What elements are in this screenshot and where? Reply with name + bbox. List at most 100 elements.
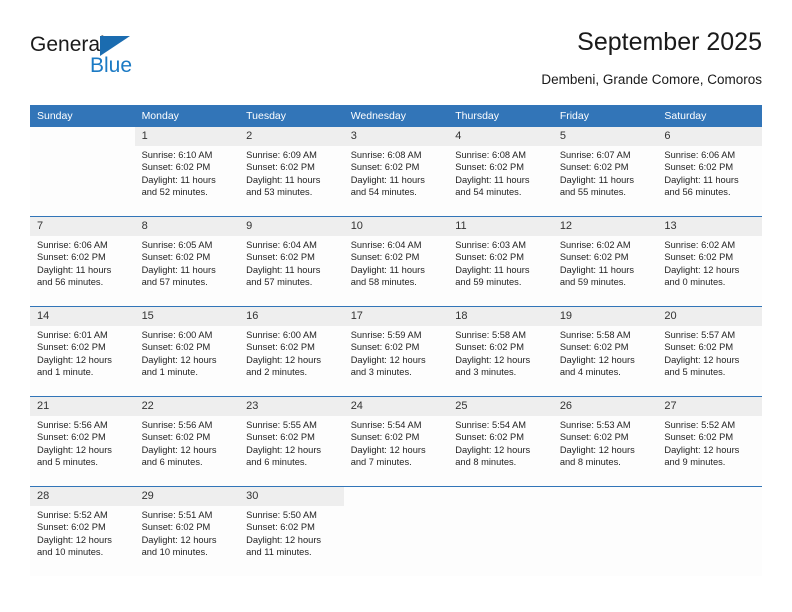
day-cell[interactable]: 30 Sunrise: 5:50 AM Sunset: 6:02 PM Dayl…	[239, 486, 344, 577]
day-cell[interactable]: 16 Sunrise: 6:00 AM Sunset: 6:02 PM Dayl…	[239, 306, 344, 397]
day-cell[interactable]: 1 Sunrise: 6:10 AM Sunset: 6:02 PM Dayli…	[134, 126, 240, 217]
day-cell[interactable]: 13 Sunrise: 6:02 AM Sunset: 6:02 PM Dayl…	[657, 216, 762, 307]
day-cell[interactable]: 21 Sunrise: 5:56 AM Sunset: 6:02 PM Dayl…	[30, 396, 135, 487]
daylight-text: Daylight: 12 hours and 4 minutes.	[559, 354, 635, 378]
day-cell[interactable]: 12 Sunrise: 6:02 AM Sunset: 6:02 PM Dayl…	[552, 216, 658, 307]
sunrise-text: Sunrise: 6:09 AM	[246, 150, 317, 160]
day-cell[interactable]: 6 Sunrise: 6:06 AM Sunset: 6:02 PM Dayli…	[657, 126, 762, 217]
day-cell[interactable]: 3 Sunrise: 6:08 AM Sunset: 6:02 PM Dayli…	[343, 126, 449, 217]
sunrise-text: Sunrise: 5:52 AM	[664, 420, 736, 430]
day-number: 13	[657, 217, 762, 236]
sunrise-text: Sunrise: 5:54 AM	[350, 420, 422, 430]
day-cell[interactable]: 14 Sunrise: 6:01 AM Sunset: 6:02 PM Dayl…	[30, 306, 135, 397]
day-number	[448, 487, 553, 506]
daylight-text: Daylight: 12 hours and 7 minutes.	[350, 444, 426, 468]
day-cell[interactable]: 18 Sunrise: 5:58 AM Sunset: 6:02 PM Dayl…	[448, 306, 553, 397]
day-number: 14	[30, 307, 135, 326]
day-info: Sunrise: 6:04 AM Sunset: 6:02 PM Dayligh…	[239, 236, 344, 289]
sunrise-text: Sunrise: 6:01 AM	[37, 330, 108, 340]
day-cell[interactable]: 25 Sunrise: 5:54 AM Sunset: 6:02 PM Dayl…	[448, 396, 553, 487]
calendar-week-row: 14 Sunrise: 6:01 AM Sunset: 6:02 PM Dayl…	[30, 306, 762, 397]
sunset-text: Sunset: 6:02 PM	[559, 162, 629, 173]
day-info: Sunrise: 6:01 AM Sunset: 6:02 PM Dayligh…	[30, 326, 135, 379]
day-cell[interactable]: 8 Sunrise: 6:05 AM Sunset: 6:02 PM Dayli…	[134, 216, 240, 307]
day-info	[344, 506, 449, 509]
day-info: Sunrise: 5:57 AM Sunset: 6:02 PM Dayligh…	[657, 326, 762, 379]
sunset-text: Sunset: 6:02 PM	[37, 522, 106, 533]
sunrise-text: Sunrise: 6:06 AM	[37, 240, 108, 250]
daylight-text: Daylight: 11 hours and 54 minutes.	[455, 174, 530, 198]
day-info	[553, 506, 658, 509]
day-cell[interactable]	[657, 486, 762, 577]
weekday-header-saturday: Saturday	[657, 105, 762, 127]
sunrise-text: Sunrise: 5:54 AM	[455, 420, 527, 430]
day-cell[interactable]: 26 Sunrise: 5:53 AM Sunset: 6:02 PM Dayl…	[552, 396, 658, 487]
day-cell[interactable]: 23 Sunrise: 5:55 AM Sunset: 6:02 PM Dayl…	[239, 396, 344, 487]
day-cell[interactable]: 22 Sunrise: 5:56 AM Sunset: 6:02 PM Dayl…	[134, 396, 240, 487]
day-cell[interactable]: 9 Sunrise: 6:04 AM Sunset: 6:02 PM Dayli…	[239, 216, 344, 307]
day-cell[interactable]: 28 Sunrise: 5:52 AM Sunset: 6:02 PM Dayl…	[30, 486, 135, 577]
day-number: 24	[343, 397, 449, 416]
day-cell[interactable]: 24 Sunrise: 5:54 AM Sunset: 6:02 PM Dayl…	[343, 396, 449, 487]
day-cell[interactable]: 10 Sunrise: 6:04 AM Sunset: 6:02 PM Dayl…	[343, 216, 449, 307]
day-cell[interactable]	[448, 486, 553, 577]
day-info	[657, 506, 762, 509]
day-info: Sunrise: 6:08 AM Sunset: 6:02 PM Dayligh…	[448, 146, 553, 199]
day-info: Sunrise: 5:59 AM Sunset: 6:02 PM Dayligh…	[344, 326, 449, 379]
day-number: 22	[134, 397, 240, 416]
day-cell[interactable]	[552, 486, 658, 577]
sunset-text: Sunset: 6:02 PM	[141, 342, 211, 353]
day-info: Sunrise: 5:58 AM Sunset: 6:02 PM Dayligh…	[553, 326, 658, 379]
sunrise-text: Sunrise: 5:58 AM	[559, 330, 631, 340]
sunset-text: Sunset: 6:02 PM	[455, 162, 524, 173]
day-cell[interactable]: 17 Sunrise: 5:59 AM Sunset: 6:02 PM Dayl…	[343, 306, 449, 397]
daylight-text: Daylight: 12 hours and 0 minutes.	[664, 264, 740, 288]
day-cell[interactable]: 19 Sunrise: 5:58 AM Sunset: 6:02 PM Dayl…	[552, 306, 658, 397]
daylight-text: Daylight: 11 hours and 53 minutes.	[246, 174, 321, 198]
sunset-text: Sunset: 6:02 PM	[559, 342, 629, 353]
day-info: Sunrise: 6:04 AM Sunset: 6:02 PM Dayligh…	[344, 236, 449, 289]
day-info: Sunrise: 5:56 AM Sunset: 6:02 PM Dayligh…	[135, 416, 240, 469]
page-subtitle: Dembeni, Grande Comore, Comoros	[541, 72, 762, 87]
day-cell[interactable]: 27 Sunrise: 5:52 AM Sunset: 6:02 PM Dayl…	[657, 396, 762, 487]
daylight-text: Daylight: 12 hours and 1 minute.	[141, 354, 217, 378]
sunrise-text: Sunrise: 6:04 AM	[246, 240, 317, 250]
day-cell[interactable]: 7 Sunrise: 6:06 AM Sunset: 6:02 PM Dayli…	[30, 216, 135, 307]
sunrise-text: Sunrise: 5:55 AM	[246, 420, 317, 430]
page-title: September 2025	[577, 28, 762, 56]
day-cell[interactable]: 11 Sunrise: 6:03 AM Sunset: 6:02 PM Dayl…	[448, 216, 553, 307]
day-number: 26	[552, 397, 658, 416]
calendar-week-row: 21 Sunrise: 5:56 AM Sunset: 6:02 PM Dayl…	[30, 396, 762, 487]
sunrise-text: Sunrise: 5:53 AM	[559, 420, 631, 430]
sunset-text: Sunset: 6:02 PM	[559, 432, 629, 443]
day-cell[interactable]: 2 Sunrise: 6:09 AM Sunset: 6:02 PM Dayli…	[239, 126, 344, 217]
daylight-text: Daylight: 12 hours and 10 minutes.	[141, 534, 217, 558]
day-number: 8	[134, 217, 240, 236]
day-info: Sunrise: 6:00 AM Sunset: 6:02 PM Dayligh…	[135, 326, 240, 379]
sunrise-text: Sunrise: 5:52 AM	[37, 510, 108, 520]
day-number: 1	[134, 127, 240, 146]
day-info: Sunrise: 5:54 AM Sunset: 6:02 PM Dayligh…	[344, 416, 449, 469]
daylight-text: Daylight: 11 hours and 54 minutes.	[350, 174, 425, 198]
day-cell[interactable]: 4 Sunrise: 6:08 AM Sunset: 6:02 PM Dayli…	[448, 126, 553, 217]
day-cell[interactable]: 20 Sunrise: 5:57 AM Sunset: 6:02 PM Dayl…	[657, 306, 762, 397]
daylight-text: Daylight: 12 hours and 3 minutes.	[455, 354, 531, 378]
sunset-text: Sunset: 6:02 PM	[350, 432, 420, 443]
daylight-text: Daylight: 12 hours and 3 minutes.	[350, 354, 426, 378]
day-info	[30, 146, 135, 149]
day-cell[interactable]: 5 Sunrise: 6:07 AM Sunset: 6:02 PM Dayli…	[552, 126, 658, 217]
weekday-header-sunday: Sunday	[30, 105, 135, 127]
daylight-text: Daylight: 11 hours and 59 minutes.	[455, 264, 530, 288]
day-info: Sunrise: 5:58 AM Sunset: 6:02 PM Dayligh…	[448, 326, 553, 379]
daylight-text: Daylight: 12 hours and 11 minutes.	[246, 534, 322, 558]
day-number	[552, 487, 658, 506]
day-cell[interactable]: 15 Sunrise: 6:00 AM Sunset: 6:02 PM Dayl…	[134, 306, 240, 397]
day-number: 19	[552, 307, 658, 326]
day-cell[interactable]: 29 Sunrise: 5:51 AM Sunset: 6:02 PM Dayl…	[134, 486, 240, 577]
sunset-text: Sunset: 6:02 PM	[246, 342, 315, 353]
day-cell[interactable]	[30, 126, 135, 217]
sunset-text: Sunset: 6:02 PM	[37, 252, 106, 263]
day-number: 10	[343, 217, 449, 236]
day-cell[interactable]	[343, 486, 449, 577]
sunrise-text: Sunrise: 5:57 AM	[664, 330, 736, 340]
